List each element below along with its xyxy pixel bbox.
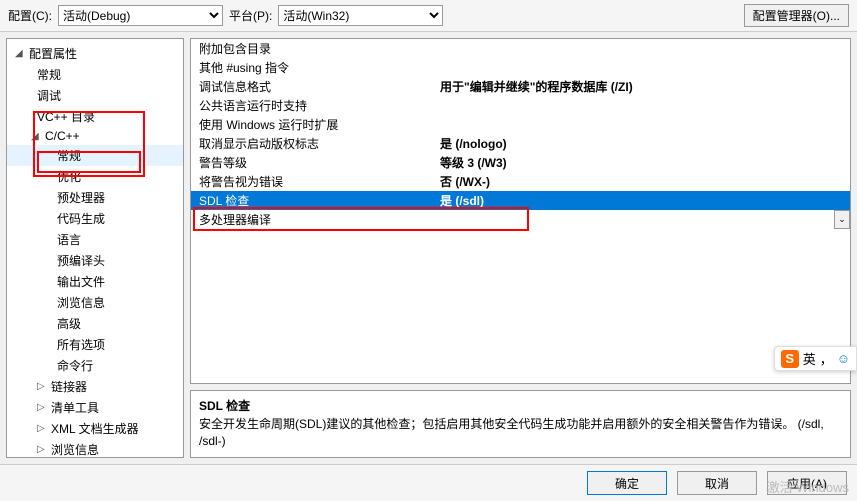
description-panel: SDL 检查 安全开发生命周期(SDL)建议的其他检查；包括启用其他安全代码生成…	[190, 390, 851, 458]
prop-row[interactable]: SDL 检查是 (/sdl)	[191, 191, 850, 210]
ime-sogou-icon: S	[781, 350, 799, 368]
description-title: SDL 检查	[199, 397, 842, 414]
tree-item-cxx-codegen[interactable]: 代码生成	[7, 208, 183, 229]
tree-item-browse[interactable]: ▷浏览信息	[7, 439, 183, 458]
prop-label: 多处理器编译	[191, 211, 436, 228]
bottom-bar: 确定 取消 应用(A)	[0, 464, 857, 501]
chevron-right-icon: ▷	[37, 423, 51, 434]
cancel-button[interactable]: 取消	[677, 471, 757, 495]
tree-item-cxx-cmdline[interactable]: 命令行	[7, 355, 183, 376]
main: ◢ 配置属性 常规 调试 VC++ 目录 ◢ C/C++ 常规 优化 预处理器 …	[0, 32, 857, 464]
tree-item-cxx-advanced[interactable]: 高级	[7, 313, 183, 334]
prop-row[interactable]: 警告等级等级 3 (/W3)	[191, 153, 850, 172]
dropdown-chevron-icon[interactable]: ⌄	[834, 210, 850, 229]
tree-item-cxx-output[interactable]: 输出文件	[7, 271, 183, 292]
prop-value: 用于"编辑并继续"的程序数据库 (/ZI)	[436, 78, 850, 95]
prop-row[interactable]: 附加包含目录	[191, 39, 850, 58]
description-body: 安全开发生命周期(SDL)建议的其他检查；包括启用其他安全代码生成功能并启用额外…	[199, 416, 842, 450]
tree-item-general[interactable]: 常规	[7, 64, 183, 85]
apply-button[interactable]: 应用(A)	[767, 471, 847, 495]
prop-row[interactable]: 调试信息格式用于"编辑并继续"的程序数据库 (/ZI)	[191, 77, 850, 96]
prop-label: 附加包含目录	[191, 40, 436, 57]
prop-row[interactable]: 多处理器编译	[191, 210, 850, 229]
prop-label: SDL 检查	[191, 192, 436, 209]
tree-item-cxx-pch[interactable]: 预编译头	[7, 250, 183, 271]
tree-item-cxx-general[interactable]: 常规	[7, 145, 183, 166]
tree-item-linker[interactable]: ▷链接器	[7, 376, 183, 397]
expander-icon: ◢	[15, 48, 29, 59]
tree-item-cxx-browse[interactable]: 浏览信息	[7, 292, 183, 313]
prop-label: 调试信息格式	[191, 78, 436, 95]
tree-item-debug[interactable]: 调试	[7, 85, 183, 106]
chevron-right-icon: ▷	[37, 381, 51, 392]
chevron-right-icon: ▷	[37, 444, 51, 455]
right-panel: 附加包含目录其他 #using 指令调试信息格式用于"编辑并继续"的程序数据库 …	[190, 38, 851, 458]
tree-root-configprops[interactable]: ◢ 配置属性	[7, 43, 183, 64]
tree-item-vcdirs[interactable]: VC++ 目录	[7, 106, 183, 127]
tree: ◢ 配置属性 常规 调试 VC++ 目录 ◢ C/C++ 常规 优化 预处理器 …	[7, 39, 183, 458]
prop-row[interactable]: 公共语言运行时支持	[191, 96, 850, 115]
prop-label: 公共语言运行时支持	[191, 97, 436, 114]
ok-button[interactable]: 确定	[587, 471, 667, 495]
ime-lang: 英	[803, 349, 816, 368]
property-grid: 附加包含目录其他 #using 指令调试信息格式用于"编辑并继续"的程序数据库 …	[190, 38, 851, 384]
prop-value: 否 (/WX-)	[436, 173, 850, 190]
tree-item-cxx[interactable]: ◢ C/C++	[7, 127, 183, 145]
prop-label: 使用 Windows 运行时扩展	[191, 116, 436, 133]
chevron-right-icon: ▷	[37, 402, 51, 413]
tree-item-cxx-optimize[interactable]: 优化	[7, 166, 183, 187]
config-manager-button[interactable]: 配置管理器(O)...	[744, 4, 849, 27]
tree-item-manifest[interactable]: ▷清单工具	[7, 397, 183, 418]
prop-row[interactable]: 使用 Windows 运行时扩展	[191, 115, 850, 134]
smile-icon: ☺	[837, 351, 850, 366]
prop-value: 是 (/nologo)	[436, 135, 850, 152]
prop-row[interactable]: 取消显示启动版权标志是 (/nologo)	[191, 134, 850, 153]
prop-label: 取消显示启动版权标志	[191, 135, 436, 152]
expander-icon: ◢	[31, 131, 45, 142]
prop-label: 其他 #using 指令	[191, 59, 436, 76]
config-select[interactable]: 活动(Debug)	[58, 5, 223, 26]
platform-select[interactable]: 活动(Win32)	[278, 5, 443, 26]
top-bar: 配置(C): 活动(Debug) 平台(P): 活动(Win32) 配置管理器(…	[0, 0, 857, 32]
prop-value: 是 (/sdl)	[436, 192, 850, 209]
ime-indicator[interactable]: S 英 ， ☺	[774, 346, 857, 371]
platform-label: 平台(P):	[229, 7, 272, 24]
prop-label: 警告等级	[191, 154, 436, 171]
prop-label: 将警告视为错误	[191, 173, 436, 190]
tree-item-cxx-alloptions[interactable]: 所有选项	[7, 334, 183, 355]
tree-item-cxx-language[interactable]: 语言	[7, 229, 183, 250]
tree-panel: ◢ 配置属性 常规 调试 VC++ 目录 ◢ C/C++ 常规 优化 预处理器 …	[6, 38, 184, 458]
prop-row[interactable]: 将警告视为错误否 (/WX-)	[191, 172, 850, 191]
tree-item-xmldoc[interactable]: ▷XML 文档生成器	[7, 418, 183, 439]
config-label: 配置(C):	[8, 7, 52, 24]
prop-row[interactable]: 其他 #using 指令	[191, 58, 850, 77]
ime-punct: ，	[820, 349, 833, 368]
prop-value: 等级 3 (/W3)	[436, 154, 850, 171]
tree-item-cxx-preproc[interactable]: 预处理器	[7, 187, 183, 208]
